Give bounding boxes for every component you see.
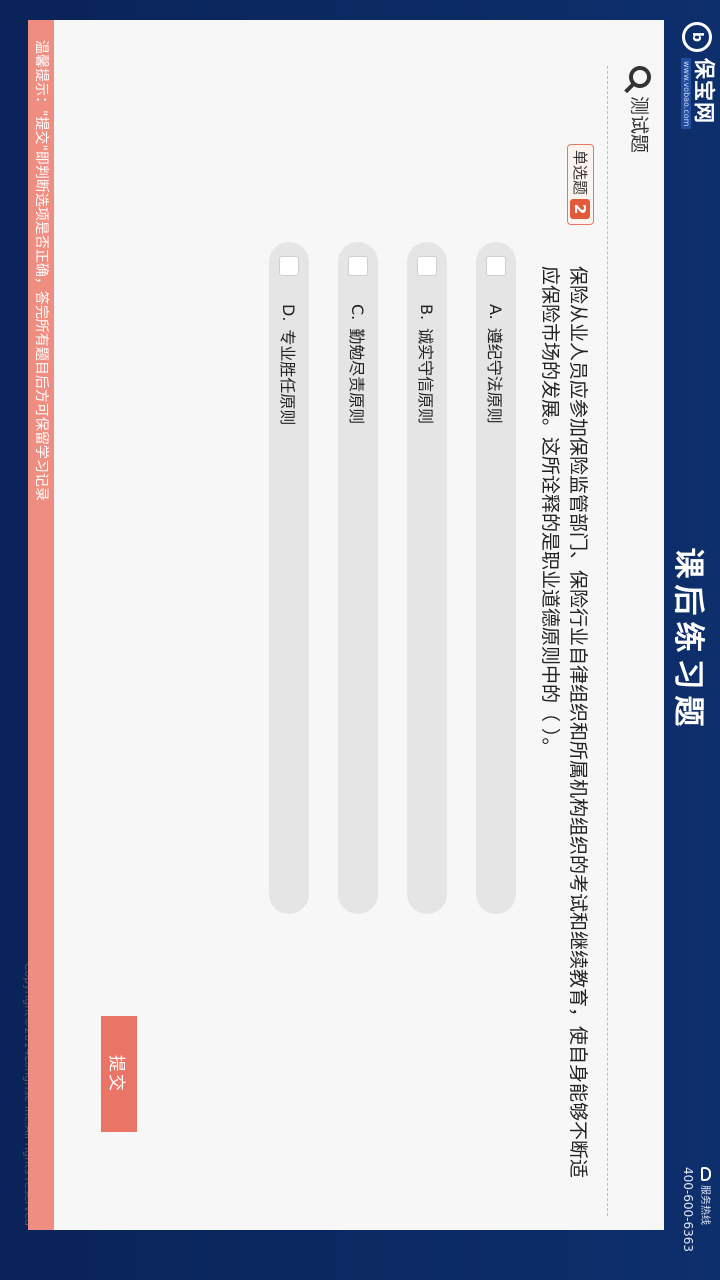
option-d[interactable]: D. 专业胜任原则 xyxy=(269,242,309,914)
hotline-number: 400-600-6363 xyxy=(681,1166,695,1252)
question-type-badge: 单选题 2 xyxy=(567,144,594,226)
checkbox-icon[interactable] xyxy=(279,256,299,276)
option-a[interactable]: A. 遵纪守法原则 xyxy=(476,242,516,914)
submit-button[interactable]: 提交 xyxy=(101,1016,137,1132)
option-letter: A. xyxy=(486,304,506,320)
option-text: 专业胜任原则 xyxy=(278,329,297,426)
service-hotline: 服务热线 400-600-6363 xyxy=(681,1166,714,1252)
question-text: 保险从业人员应参加保险监管部门、保险行业自律组织和所属机构组织的考试和继续教育，… xyxy=(539,266,589,1179)
section-header: 测试题 xyxy=(627,66,654,153)
option-letter: D. xyxy=(279,304,299,322)
phone-icon xyxy=(701,1166,712,1181)
option-letter: C. xyxy=(348,304,368,321)
option-letter: B. xyxy=(417,304,437,321)
search-icon xyxy=(629,66,652,88)
option-text: 遵纪守法原则 xyxy=(485,327,504,424)
option-text: 诚实守信原则 xyxy=(416,328,435,425)
option-c[interactable]: C. 勤勉尽责原则 xyxy=(338,242,378,914)
question-number: 2 xyxy=(570,199,591,220)
quiz-panel: 测试题 单选题 2 保险从业人员应参加保险监管部门、保险行业自律组织和所属机构组… xyxy=(22,20,664,1230)
question-type-label: 单选题 xyxy=(571,150,589,196)
checkbox-icon[interactable] xyxy=(348,256,368,276)
hotline-label: 服务热线 xyxy=(699,1184,710,1225)
section-title: 测试题 xyxy=(628,96,650,154)
checkbox-icon[interactable] xyxy=(417,256,437,276)
checkbox-icon[interactable] xyxy=(486,256,506,276)
top-header: b 保宝网 www.vobao.com 课后练习题 服务热线 400-600-6… xyxy=(670,0,720,1280)
options-list: A. 遵纪守法原则 B. 诚实守信原则 C. 勤勉尽责原则 D. 专业胜任原则 xyxy=(240,242,516,914)
tip-bar: 温馨提示："提交"即判断选项是否正确，答完所有题目后方可保留学习记录 xyxy=(28,20,54,1230)
app-screen: b 保宝网 www.vobao.com 课后练习题 服务热线 400-600-6… xyxy=(0,0,720,1280)
page-title: 课后练习题 xyxy=(670,547,706,733)
dashed-divider xyxy=(607,66,608,1216)
option-b[interactable]: B. 诚实守信原则 xyxy=(407,242,447,914)
option-text: 勤勉尽责原则 xyxy=(347,328,366,425)
